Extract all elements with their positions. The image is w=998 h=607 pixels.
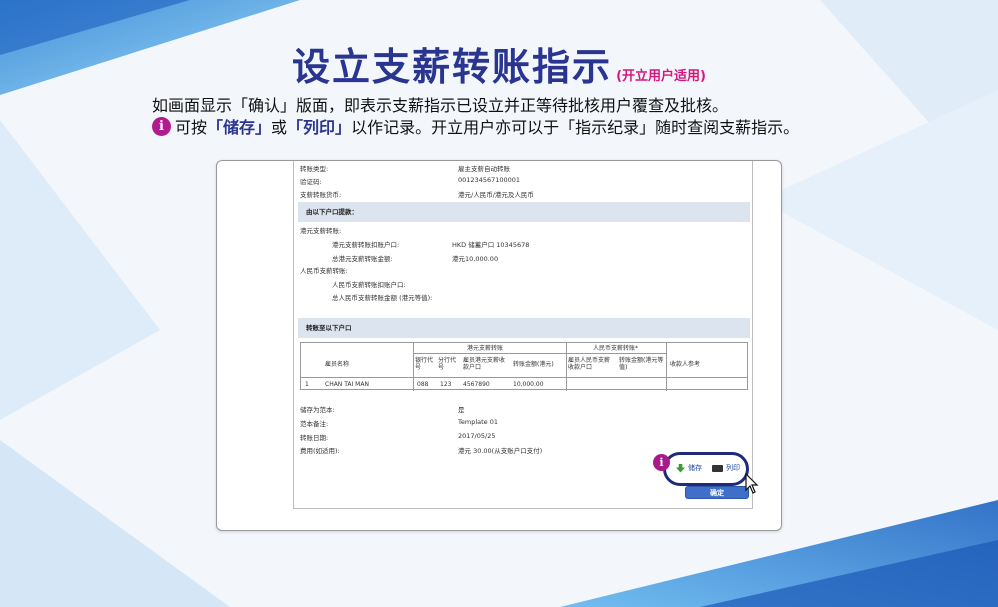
col-rmb-account: 雇员人民币支薪收款户口 — [568, 357, 611, 371]
label: 转账类型: — [300, 165, 329, 173]
save-icon — [676, 463, 685, 473]
instruction-line-1: 如画面显示「确认」版面，即表示支薪指示已设立并正等待批核用户覆查及批核。 — [152, 96, 729, 115]
label: 支薪转账货币: — [300, 191, 342, 199]
page-title: 设立支薪转账指示 (开立用户适用) — [0, 36, 998, 91]
instruction-prefix: 可按 — [175, 118, 208, 137]
value: 港元10,000.00 — [452, 255, 499, 263]
col-rmb-amount: 转账金额(港元等值) — [619, 357, 664, 371]
value: 是 — [458, 406, 465, 414]
label: 范本备注: — [300, 420, 329, 428]
highlighted-actions: 储存 列印 — [663, 452, 749, 486]
row-hkd-total: 总港元支薪转账金额: 港元10,000.00 — [332, 253, 498, 263]
value: 港元 30.00(从支账户口支付) — [458, 447, 543, 455]
value: Template 01 — [458, 418, 498, 426]
label: 验证码: — [300, 178, 322, 186]
col-reference: 收款人参考 — [670, 361, 701, 368]
rule — [413, 353, 566, 354]
section-debit-from: 由以下户口提款： — [298, 202, 750, 222]
info-badge-icon: i — [653, 454, 670, 471]
value: 001234567100001 — [458, 176, 521, 184]
screenshot-frame: 转账类型: 雇主支薪自动转账 验证码: 001234567100001 支薪转账货币… — [216, 160, 782, 531]
row-transfer-date: 转账日期: 2017/05/25 — [300, 432, 495, 442]
label: 费用(如适用): — [300, 447, 340, 455]
row-transfer-type: 转账类型: 雇主支薪自动转账 — [300, 163, 510, 173]
print-icon — [712, 464, 723, 472]
col-hkd-amount: 转账金额(港元) — [513, 361, 554, 368]
col-branch-code: 分行代号 — [438, 357, 457, 371]
value: 雇主支薪自动转账 — [458, 165, 510, 173]
row-save-template: 储存为范本: 是 — [300, 404, 465, 414]
label: 总港元支薪转账金额: — [332, 255, 393, 263]
print-keyword: 「列印」 — [287, 118, 352, 137]
label: 储存为范本: — [300, 406, 335, 414]
group-rmb-header: 人民币支薪转账* — [593, 345, 639, 352]
row-fee: 费用(如适用): 港元 30.00(从支账户口支付) — [300, 445, 542, 455]
rule — [301, 377, 747, 378]
rule — [413, 343, 414, 391]
instruction-or: 或 — [271, 118, 288, 137]
section-transfer-to: 转账至以下户口 — [298, 318, 750, 338]
cell-name: CHAN TAI MAN — [325, 381, 369, 388]
row-verification-code: 验证码: 001234567100001 — [300, 176, 520, 186]
label: 港元支薪转账扣账户口: — [332, 241, 400, 249]
print-label: 列印 — [726, 464, 740, 472]
transfer-table: 港元支薪转账 人民币支薪转账* 雇员名称 银行代号 分行代号 雇员港元支薪收款户… — [300, 342, 748, 391]
hkd-header: 港元支薪转账: — [300, 227, 342, 235]
mouse-pointer-icon — [745, 473, 759, 494]
col-hkd-account: 雇员港元支薪收款户口 — [463, 357, 506, 371]
value: 2017/05/25 — [458, 432, 496, 440]
cell-branch: 123 — [440, 381, 452, 388]
row-hkd-debit: 港元支薪转账扣账户口: HKD 储蓄户口 10345678 — [332, 239, 529, 249]
group-hkd-header: 港元支薪转账 — [467, 345, 504, 352]
row-template-note: 范本备注: Template 01 — [300, 418, 498, 428]
instruction-suffix: 以作记录。开立用户亦可以于「指示纪录」随时查阅支薪指示。 — [351, 118, 800, 137]
rule — [566, 353, 666, 354]
rule — [566, 343, 567, 391]
rmb-header: 人民币支薪转账: — [300, 267, 348, 275]
print-button[interactable]: 列印 — [712, 463, 740, 473]
label: 转账日期: — [300, 434, 329, 442]
cell-amount: 10,000.00 — [513, 381, 544, 388]
rule — [666, 343, 667, 391]
row-rmb-debit: 人民币支薪转账扣账户口: — [332, 281, 406, 289]
save-label: 储存 — [688, 464, 702, 472]
row-rmb-total: 总人民币支薪转账金额 (港元等值): — [332, 294, 433, 302]
info-icon: i — [152, 116, 171, 136]
value: HKD 储蓄户口 10345678 — [452, 241, 530, 249]
cell-no: 1 — [305, 381, 309, 388]
page-title-sub: (开立用户适用) — [616, 69, 706, 84]
col-employee-name: 雇员名称 — [325, 361, 350, 368]
row-currency: 支薪转账货币: 港元/人民币/港元及人民币 — [300, 189, 534, 199]
instruction-line-2: i 可按 「储存」 或 「列印」 以作记录。开立用户亦可以于「指示纪录」随时查阅… — [152, 114, 799, 138]
value: 港元/人民币/港元及人民币 — [458, 191, 534, 199]
confirm-button[interactable]: 确定 — [685, 486, 749, 499]
cell-account: 4567890 — [463, 381, 490, 388]
save-button[interactable]: 储存 — [676, 463, 702, 473]
page-title-main: 设立支薪转账指示 — [292, 45, 613, 89]
col-bank-code: 银行代号 — [415, 357, 434, 371]
cell-bank: 088 — [417, 381, 429, 388]
save-keyword: 「储存」 — [207, 118, 272, 137]
